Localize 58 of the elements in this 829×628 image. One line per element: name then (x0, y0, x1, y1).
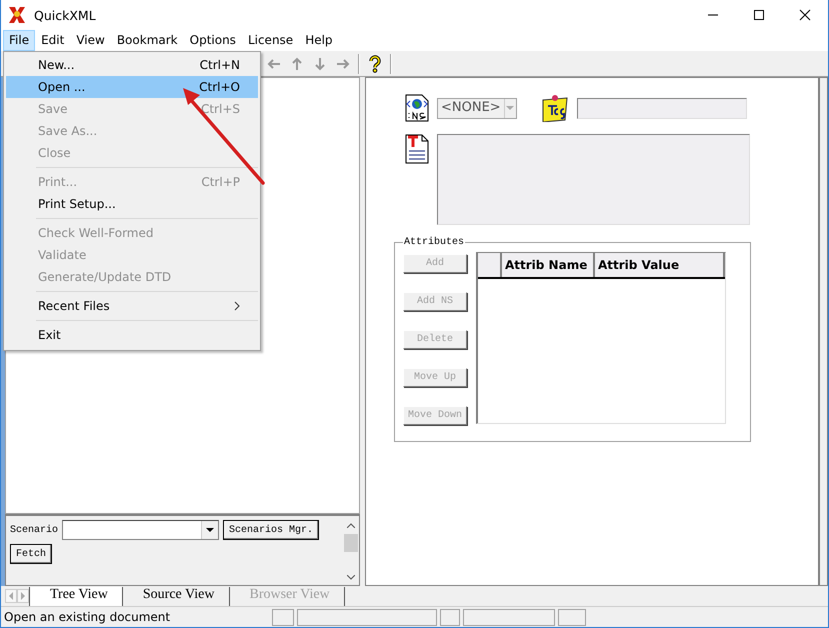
fetch-button[interactable]: Fetch (10, 544, 52, 564)
menu-item[interactable]: File (3, 30, 36, 51)
scrollbar[interactable] (818, 78, 827, 585)
scenario-label: Scenario (10, 524, 58, 536)
dropdown-arrow-icon (506, 106, 514, 110)
menu-entry[interactable]: Recent Files (6, 295, 258, 317)
namespace-dropdown[interactable]: <NONE> (437, 98, 517, 118)
menu-entry[interactable]: Open ... Ctrl+O (6, 76, 258, 98)
menu-entry[interactable]: Exit (6, 324, 258, 346)
menu-entry-label: New... (38, 58, 76, 72)
scenarios-manager-button[interactable]: Scenarios Mgr. (223, 520, 320, 540)
app-logo-icon (8, 6, 26, 24)
text-document-icon (405, 134, 429, 164)
menu-entry-label: Check Well-Formed (38, 226, 154, 240)
close-icon[interactable] (799, 9, 811, 21)
shortcut-text: Ctrl+N (200, 58, 240, 72)
menu-item[interactable]: Edit (35, 30, 70, 51)
scroll-up-icon[interactable] (346, 523, 354, 528)
menu-item[interactable]: View (70, 30, 111, 51)
menu-entry-label: Print... (38, 175, 78, 189)
menu-entry-label: Close (38, 146, 72, 160)
menu-entry-label: Generate/Update DTD (38, 270, 172, 284)
status-bar-panel (440, 608, 460, 626)
scroll-down-icon[interactable] (346, 575, 354, 580)
menu-item[interactable]: License (242, 30, 300, 51)
window-title: QuickXML (34, 8, 96, 22)
menu-entry-label: Recent Files (38, 299, 111, 313)
dropdown-arrow-icon (206, 528, 214, 532)
menu-entry-label: Save As... (38, 124, 98, 138)
column-header[interactable]: Attrib Name (502, 253, 595, 277)
attributes-legend: Attributes (403, 237, 466, 248)
shortcut-text: Ctrl+P (201, 175, 240, 189)
column-header[interactable]: Attrib Value (595, 253, 725, 277)
help-icon[interactable] (367, 54, 383, 72)
menu-entry-label: Open ... (38, 80, 86, 94)
scenario-dropdown[interactable] (62, 520, 220, 540)
status-text: Open an existing document (3, 610, 172, 624)
menu-entry-label: Save (38, 102, 68, 116)
menu-entry[interactable]: New... Ctrl+N (6, 54, 258, 76)
tab-scroll-left-icon[interactable] (5, 589, 17, 603)
menu-item[interactable]: Help (299, 30, 339, 51)
menu-item[interactable]: Options (184, 30, 242, 51)
menu-entry-label: Print Setup... (38, 197, 117, 211)
menu-entry[interactable]: Print Setup... (6, 193, 258, 215)
status-bar-panel (272, 608, 294, 626)
menu-entry-label: Exit (38, 328, 62, 342)
tag-name-field[interactable] (577, 98, 747, 118)
namespace-icon (405, 94, 429, 122)
shortcut-text: Ctrl+O (199, 80, 240, 94)
status-bar-panel (558, 608, 586, 626)
menu-entry-label: Validate (38, 248, 88, 262)
view-tab[interactable]: Tree View (29, 586, 122, 606)
tab-scroll-right-icon[interactable] (17, 589, 29, 603)
shortcut-text: Ctrl+S (200, 102, 240, 116)
menu-item[interactable]: Bookmark (110, 30, 184, 51)
scroll-thumb[interactable] (344, 534, 358, 552)
text-content-field[interactable] (437, 134, 750, 225)
maximize-icon[interactable] (753, 9, 765, 21)
